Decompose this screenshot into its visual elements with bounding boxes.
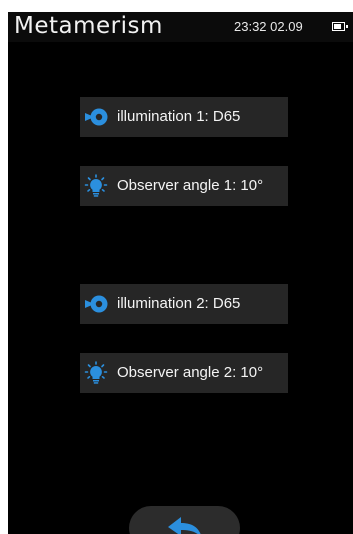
status-bar: Metamerism 23:32 02.09 [8, 12, 353, 42]
illumination-2-label: illumination 2: D65 [117, 295, 241, 312]
battery-icon [332, 22, 348, 31]
observer-lightbulb-icon [84, 361, 108, 384]
illumination-1-label: illumination 1: D65 [117, 108, 241, 125]
observer-angle-1-label: Observer angle 1: 10° [117, 177, 264, 194]
observer-angle-1-button[interactable]: Observer angle 1: 10° [80, 166, 288, 206]
app-title: Metamerism [14, 13, 163, 39]
clock: 23:32 02.09 [234, 19, 303, 34]
date: 02.09 [270, 19, 303, 34]
observer-lightbulb-icon [84, 174, 108, 197]
illumination-icon [85, 108, 108, 126]
observer-angle-2-button[interactable]: Observer angle 2: 10° [80, 353, 288, 393]
illumination-icon [85, 295, 108, 313]
device-screen: Metamerism 23:32 02.09 illumination 1: D… [8, 12, 353, 534]
time: 23:32 [234, 19, 267, 34]
observer-angle-2-label: Observer angle 2: 10° [117, 364, 264, 381]
illumination-1-button[interactable]: illumination 1: D65 [80, 97, 288, 137]
back-button[interactable] [129, 506, 240, 534]
illumination-2-button[interactable]: illumination 2: D65 [80, 284, 288, 324]
back-arrow-icon [168, 517, 201, 534]
